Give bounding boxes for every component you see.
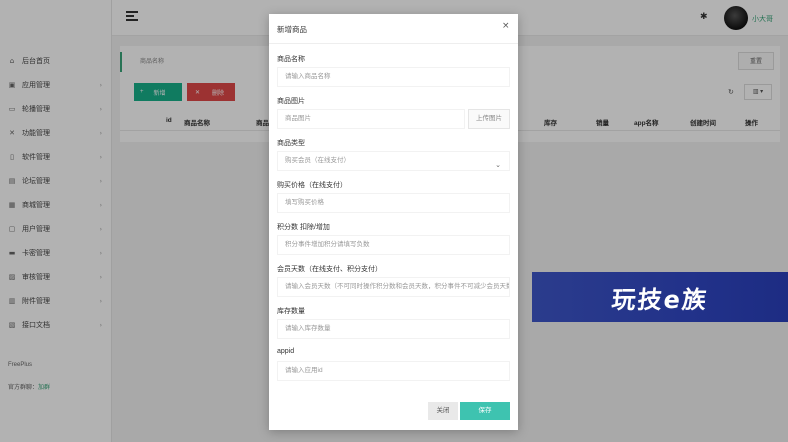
days-input[interactable]: 请输入会员天数（不可同时操作积分数和会员天数，积分事件不可减少会员天数） xyxy=(277,277,510,297)
upload-image-button[interactable]: 上传图片 xyxy=(468,109,510,129)
watermark-banner: 玩技e族 xyxy=(532,272,788,322)
chevron-down-icon: ⌄ xyxy=(495,161,501,169)
image-label: 商品图片 xyxy=(277,98,305,105)
points-input[interactable]: 积分事件增加积分请填写负数 xyxy=(277,235,510,255)
name-input[interactable]: 请输入商品名称 xyxy=(277,67,510,87)
modal-title: 新增商品 xyxy=(277,25,307,34)
image-input[interactable]: 商品图片 xyxy=(277,109,465,129)
price-input[interactable]: 填写购买价格 xyxy=(277,193,510,213)
add-product-modal: 新增商品 × 商品名称 请输入商品名称 商品图片 商品图片 上传图片 商品类型 … xyxy=(269,14,518,430)
close-icon[interactable]: × xyxy=(502,21,510,31)
save-button[interactable]: 保存 xyxy=(460,402,510,420)
points-label: 积分数 扣除/增加 xyxy=(277,224,330,231)
appid-input[interactable]: 请输入应用id xyxy=(277,361,510,381)
type-select-value: 购买会员（在线支付） xyxy=(285,157,350,164)
price-label: 购买价格（在线支付） xyxy=(277,182,347,189)
cancel-button[interactable]: 关闭 xyxy=(428,402,458,420)
stock-label: 库存数量 xyxy=(277,308,305,315)
name-label: 商品名称 xyxy=(277,56,305,63)
appid-label: appid xyxy=(277,348,295,355)
watermark-text: 玩技e族 xyxy=(610,285,710,314)
days-label: 会员天数（在线支付、积分支付） xyxy=(277,266,382,273)
type-label: 商品类型 xyxy=(277,140,305,147)
type-select[interactable]: 购买会员（在线支付） ⌄ xyxy=(277,151,510,171)
stock-input[interactable]: 请输入库存数量 xyxy=(277,319,510,339)
modal-header: 新增商品 × xyxy=(269,14,518,44)
